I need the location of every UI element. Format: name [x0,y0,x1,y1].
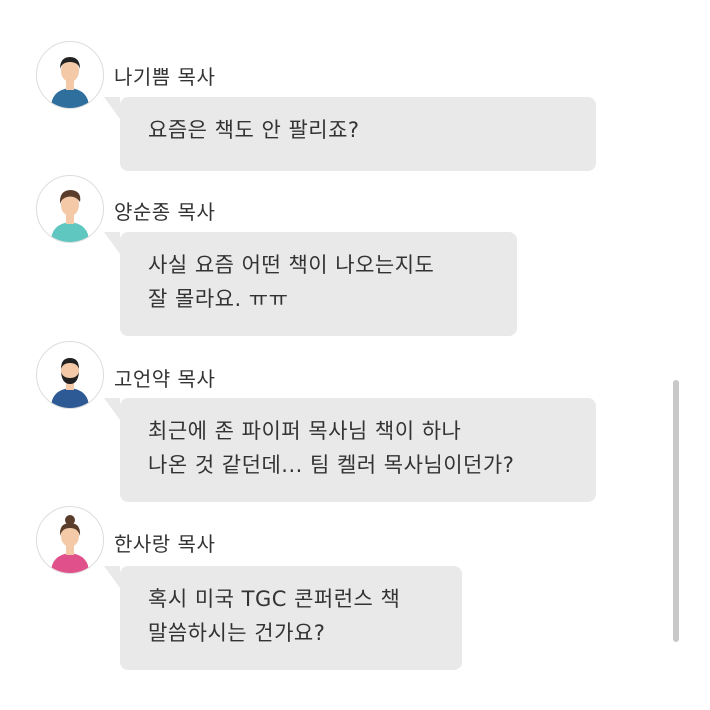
message-text: 말씀하시는 건가요? [148,621,326,645]
man-short-black-hair-avatar-icon[interactable] [36,41,104,109]
vertical-scrollbar[interactable] [673,380,679,642]
man-brown-hair-avatar-icon[interactable] [36,175,104,243]
sender-name: 나기쁨 목사 [114,65,216,89]
message-text: 나온 것 같던데... 팀 켈러 목사님이던가? [148,453,515,477]
message-text: 혹시 미국 TGC 콘퍼런스 책 [148,587,401,611]
message-text: 사실 요즘 어떤 책이 나오는지도 [148,253,435,277]
message-text: 최근에 존 파이퍼 목사님 책이 하나 [148,419,462,443]
woman-hair-bun-avatar-icon[interactable] [36,506,104,574]
bearded-man-avatar-icon[interactable] [36,341,104,409]
message-bubble[interactable]: 요즘은 책도 안 팔리죠? [104,97,596,171]
message-text: 요즘은 책도 안 팔리죠? [148,118,360,142]
sender-name: 한사랑 목사 [114,532,216,556]
message-text: 잘 몰라요. ㅠㅠ [148,287,289,311]
message-bubble[interactable]: 사실 요즘 어떤 책이 나오는지도 잘 몰라요. ㅠㅠ [104,232,517,336]
chat-thread: 나기쁨 목사 요즘은 책도 안 팔리죠? 양순종 목사 사실 요즘 어떤 책이 … [0,0,710,710]
message-bubble[interactable]: 혹시 미국 TGC 콘퍼런스 책 말씀하시는 건가요? [104,566,462,670]
sender-name: 양순종 목사 [114,200,216,224]
message-bubble[interactable]: 최근에 존 파이퍼 목사님 책이 하나 나온 것 같던데... 팀 켈러 목사님… [104,398,596,502]
sender-name: 고언약 목사 [114,367,216,391]
